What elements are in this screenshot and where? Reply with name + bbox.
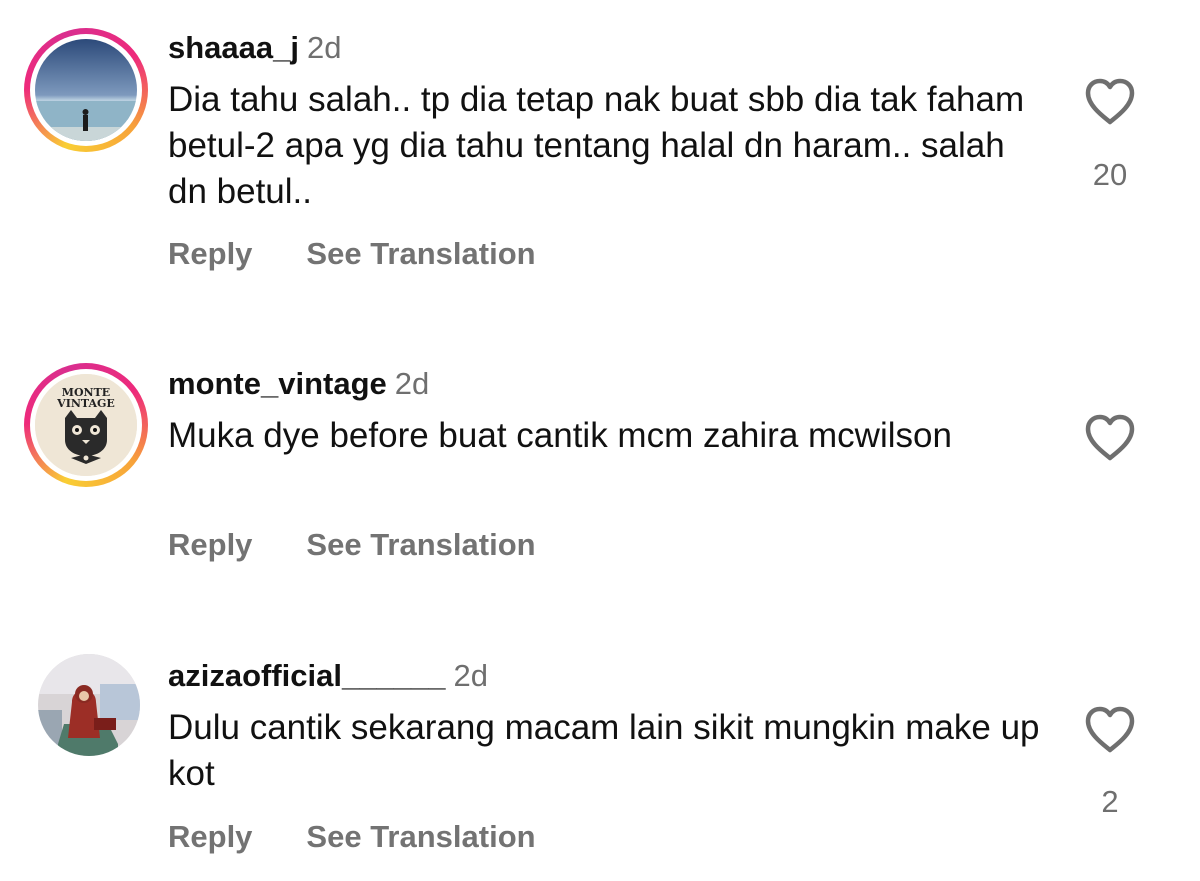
username[interactable]: azizaofficial______: [168, 658, 445, 693]
comment-header: azizaofficial______ 2d: [168, 658, 488, 694]
timestamp: 2d: [453, 658, 488, 693]
reply-button[interactable]: Reply: [168, 819, 252, 855]
comment-text: Dulu cantik sekarang macam lain sikit mu…: [168, 708, 1040, 793]
comment-actions: Reply See Translation: [168, 819, 536, 855]
comment-item: azizaofficial______ 2d Dulu cantik sekara…: [0, 0, 1200, 881]
heart-icon[interactable]: [1084, 706, 1136, 754]
like-count: 2: [1101, 784, 1119, 819]
avatar[interactable]: [38, 654, 140, 756]
see-translation-button[interactable]: See Translation: [306, 819, 535, 855]
